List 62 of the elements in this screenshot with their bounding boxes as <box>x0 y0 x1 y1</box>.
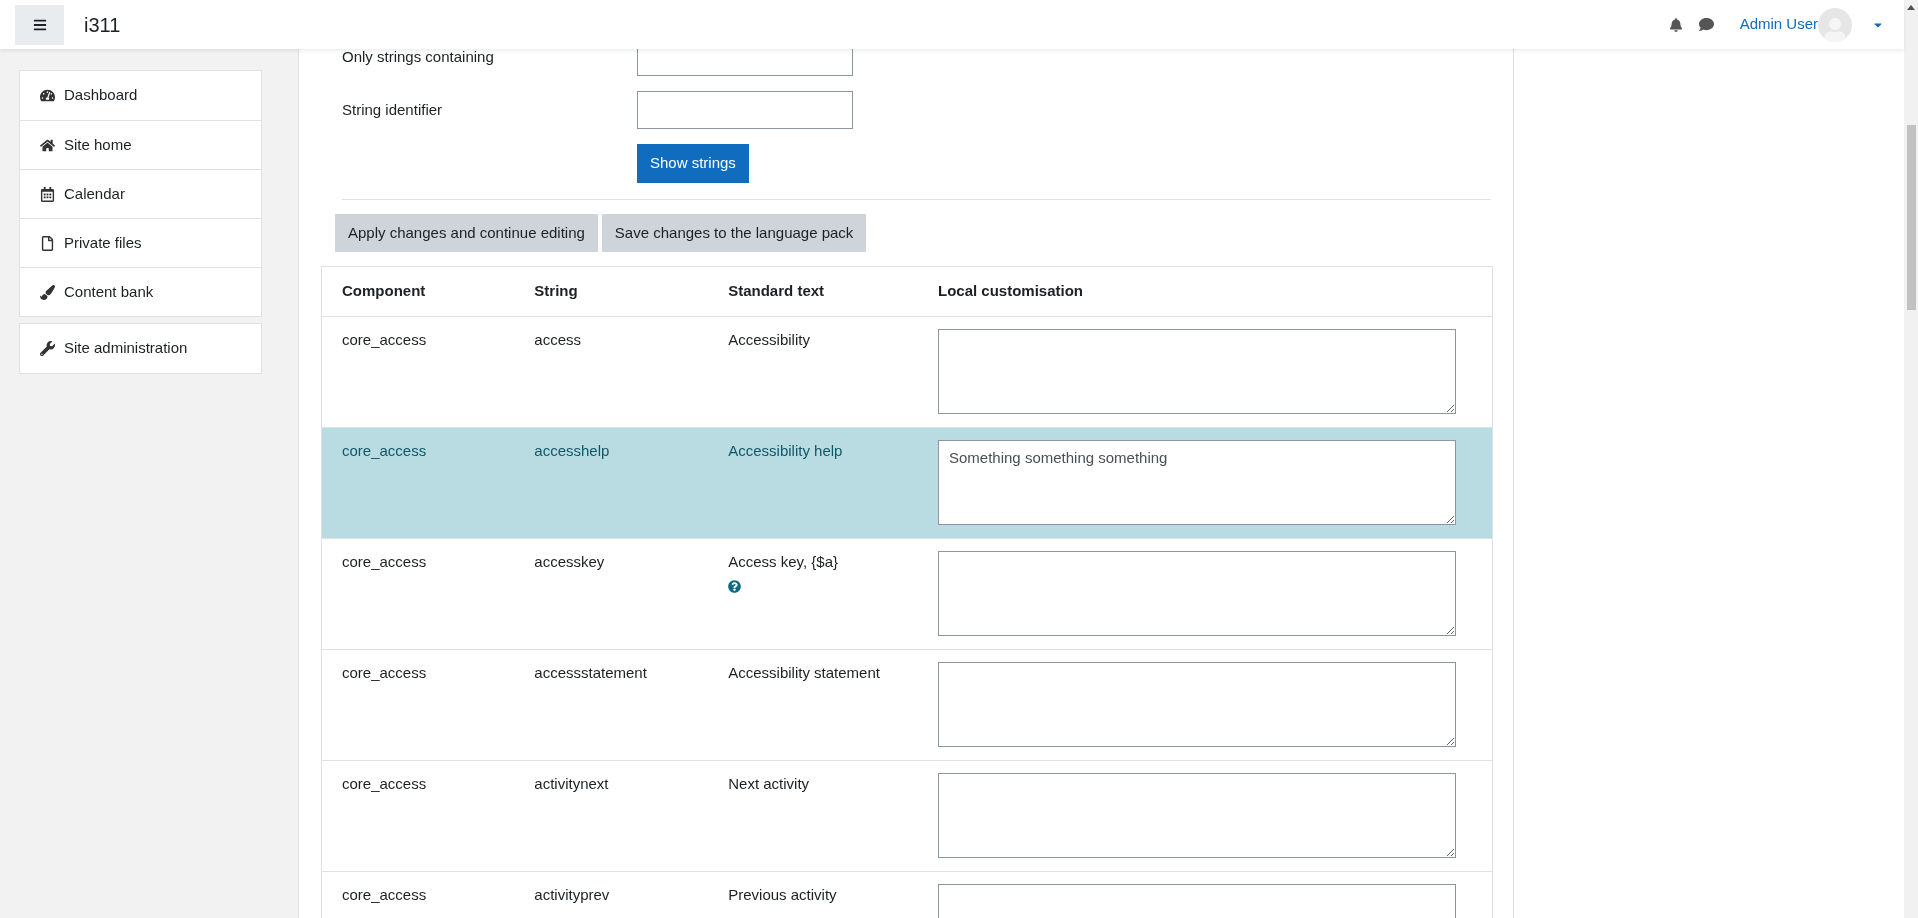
action-button[interactable]: Apply changes and continue editing <box>335 214 598 252</box>
message-icon[interactable] <box>1698 17 1714 32</box>
file-icon <box>40 235 55 251</box>
table-cell-text: Accessibility statement <box>728 663 880 683</box>
scrollbar-thumb[interactable] <box>1906 125 1916 310</box>
table-cell: activitynext <box>534 775 609 792</box>
table-cell: core_access <box>342 775 427 792</box>
table-cell: accessstatement <box>534 664 647 681</box>
nav-item[interactable]: Calendar <box>20 169 261 218</box>
brush-icon <box>40 284 55 300</box>
customisation-textarea[interactable] <box>938 773 1456 858</box>
field-label: Only strings containing <box>342 49 495 67</box>
house-icon <box>40 137 55 153</box>
calendar-icon <box>40 186 55 202</box>
user-menu-link[interactable]: Admin User <box>1739 13 1818 36</box>
customisation-textarea[interactable] <box>938 662 1456 747</box>
table-cell-text: Previous activity <box>728 885 837 905</box>
user-silhouette-icon <box>1823 17 1847 42</box>
table-cell: core_access <box>342 664 427 681</box>
nav-item[interactable]: Content bank <box>20 267 261 316</box>
customisation-textarea[interactable]: Something something something <box>938 440 1456 525</box>
nav-item[interactable]: Dashboard <box>20 71 261 120</box>
text-input[interactable] <box>637 49 853 76</box>
table-row[interactable]: core_access activitynext Next activity <box>321 760 1493 872</box>
table-cell-text: Next activity <box>728 774 810 794</box>
field-label: String identifier <box>342 99 444 120</box>
column-header: Local customisation <box>918 266 1493 317</box>
table-row[interactable]: core_access access Accessibility <box>321 316 1493 428</box>
column-header: Standard text <box>708 266 918 317</box>
table-cell: core_access <box>342 553 427 570</box>
column-header: String <box>514 266 709 317</box>
show-strings-button[interactable]: Show strings <box>637 144 749 183</box>
nav-item[interactable]: Private files <box>20 218 261 267</box>
table-row[interactable]: core_access accesskey Access key, {$a} <box>321 538 1493 650</box>
nav-item[interactable]: Site administration <box>20 324 261 373</box>
table-cell: accesshelp <box>534 442 610 459</box>
scrollbar[interactable] <box>1904 0 1918 918</box>
gauge-icon <box>40 88 55 103</box>
table-row[interactable]: core_access accessstatement Accessibility statement <box>321 649 1493 761</box>
customisation-textarea[interactable] <box>938 329 1456 414</box>
table-cell: accesskey <box>534 553 605 570</box>
site-name[interactable]: i311 <box>84 9 121 40</box>
notification-icon[interactable] <box>1668 17 1683 32</box>
help-icon[interactable] <box>728 579 742 593</box>
table-cell: core_access <box>342 331 427 348</box>
scroll-up-arrow-icon[interactable] <box>1907 5 1915 10</box>
customisation-textarea[interactable] <box>938 551 1456 636</box>
table-cell-text: Accessibility <box>728 330 810 350</box>
menu-icon <box>32 17 47 32</box>
nav-item[interactable]: Site home <box>20 120 261 169</box>
table-cell: core_access <box>342 442 427 459</box>
table-cell: activityprev <box>534 886 610 903</box>
text-input[interactable] <box>637 91 853 129</box>
column-header: Component <box>321 266 515 317</box>
wrench-icon <box>40 341 55 356</box>
table-cell: core_access <box>342 886 427 903</box>
table-row[interactable]: core_access activityprev Previous activity <box>321 871 1493 918</box>
table-cell: access <box>534 331 581 348</box>
action-button[interactable]: Save changes to the language pack <box>601 214 867 252</box>
table-cell-text: Access key, {$a} <box>728 552 838 572</box>
menu-button[interactable] <box>15 4 64 45</box>
table-cell-text: Accessibility help <box>728 441 843 461</box>
